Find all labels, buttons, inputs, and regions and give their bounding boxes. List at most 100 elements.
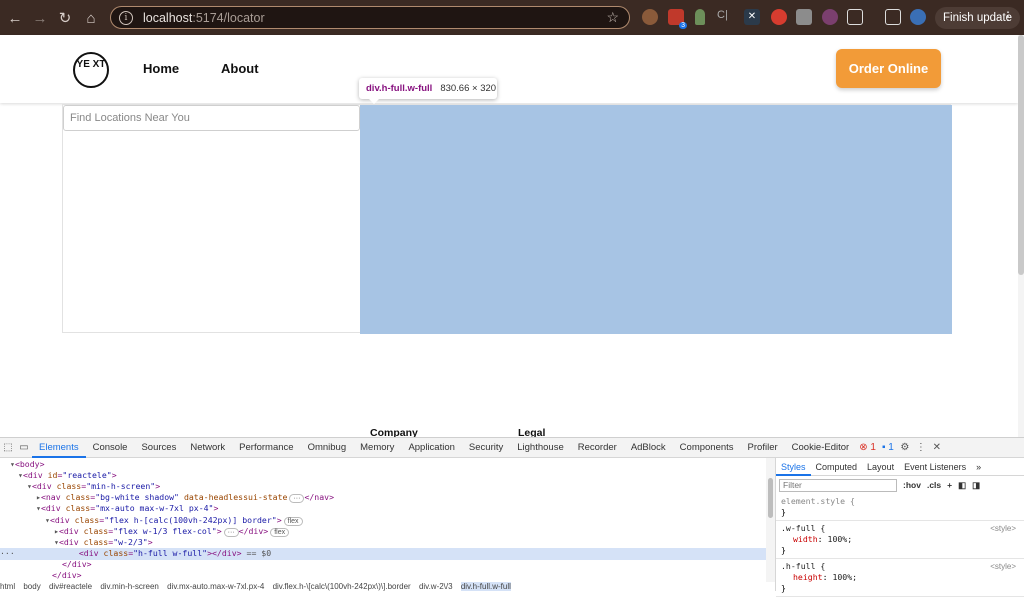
extension-badge-icon[interactable]: 3 xyxy=(668,9,687,29)
styles-filter-input[interactable] xyxy=(779,478,897,492)
nav-home-link[interactable]: Home xyxy=(143,61,179,76)
page-viewport: YE XT Home About Order Online Company Le… xyxy=(0,35,1018,439)
rule-value[interactable]: 100%; xyxy=(832,572,857,582)
tree-node-nav[interactable]: ▸<nav class="bg-white shadow" data-headl… xyxy=(36,492,334,504)
error-count-icon[interactable]: ⊗ 1 xyxy=(856,438,879,458)
address-bar[interactable]: i localhost:5174/locator ☆ xyxy=(110,6,630,29)
cls-toggle[interactable]: .cls xyxy=(927,480,941,490)
location-search-input[interactable] xyxy=(64,106,359,130)
devtools-menu-icon[interactable]: ⋮ xyxy=(913,438,929,458)
page-scrollbar-thumb[interactable] xyxy=(1018,35,1024,275)
tab-security[interactable]: Security xyxy=(462,438,510,458)
tab-components[interactable]: Components xyxy=(673,438,741,458)
rule-w-full[interactable]: .w-full { <style> width: 100%; } xyxy=(776,521,1024,559)
tree-node-w-2-3[interactable]: ▾<div class="w-2/3"> xyxy=(54,537,153,549)
site-navbar: YE XT Home About Order Online xyxy=(0,35,1018,103)
yext-logo[interactable]: YE XT xyxy=(73,52,109,88)
tree-node-close-div-2[interactable]: </div> xyxy=(52,570,82,582)
tab-computed[interactable]: Computed xyxy=(811,458,863,476)
rule-selector: .h-full { xyxy=(781,561,826,571)
sidebar-toggle-icon[interactable]: ◨ xyxy=(972,480,980,491)
tree-node-reactele[interactable]: ▾<div id="reactele"> xyxy=(18,470,117,482)
extension-hand-icon[interactable] xyxy=(771,9,787,25)
tab-cookie-editor[interactable]: Cookie-Editor xyxy=(785,438,857,458)
bookmark-star-icon[interactable]: ☆ xyxy=(606,9,619,26)
profile-avatar[interactable] xyxy=(910,9,926,25)
extension-x-icon[interactable]: ✕ xyxy=(744,9,760,25)
tab-elements[interactable]: Elements xyxy=(32,438,86,458)
site-info-icon[interactable]: i xyxy=(119,10,133,25)
url-text[interactable]: localhost:5174/locator xyxy=(143,11,265,25)
tab-styles[interactable]: Styles xyxy=(776,458,811,476)
tab-recorder[interactable]: Recorder xyxy=(571,438,624,458)
message-count-icon[interactable]: ▪ 1 xyxy=(879,438,897,458)
computed-toggle-icon[interactable]: ◧ xyxy=(958,480,966,491)
rule-close: } xyxy=(781,545,786,555)
styles-tabbar: Styles Computed Layout Event Listeners » xyxy=(776,458,1024,476)
extension-badge-count: 3 xyxy=(679,22,687,29)
rule-value[interactable]: 100%; xyxy=(828,534,853,544)
location-search[interactable] xyxy=(63,105,360,131)
device-toolbar-icon[interactable]: ▭ xyxy=(16,438,32,458)
rule-element-style[interactable]: element.style { } xyxy=(776,494,1024,521)
close-devtools-icon[interactable]: ✕ xyxy=(929,438,945,458)
tab-application[interactable]: Application xyxy=(401,438,461,458)
tab-adblock[interactable]: AdBlock xyxy=(624,438,673,458)
tab-layout[interactable]: Layout xyxy=(862,458,899,476)
settings-gear-icon[interactable]: ⚙ xyxy=(897,438,913,458)
tree-node-mx-auto[interactable]: ▾<div class="mx-auto max-w-7xl px-4"> xyxy=(36,503,218,515)
back-icon[interactable]: ← xyxy=(2,5,28,31)
extension-react-icon[interactable] xyxy=(822,9,838,25)
home-icon[interactable]: ⌂ xyxy=(78,5,104,31)
rule-selector: element.style { xyxy=(781,496,855,506)
styles-filter-row: :hov .cls + ◧ ◨ xyxy=(776,476,1024,494)
order-online-button[interactable]: Order Online xyxy=(836,49,941,88)
tab-console[interactable]: Console xyxy=(86,438,135,458)
elements-scrollbar[interactable] xyxy=(766,458,775,582)
more-tabs-icon[interactable]: » xyxy=(971,458,986,476)
new-rule-icon[interactable]: + xyxy=(947,480,952,490)
extension-cookie-icon[interactable] xyxy=(642,9,658,25)
rule-source[interactable]: <style> xyxy=(990,523,1016,534)
url-path: :5174/locator xyxy=(192,10,265,25)
page-scrollbar[interactable] xyxy=(1018,35,1024,437)
tab-sources[interactable]: Sources xyxy=(134,438,183,458)
extensions-puzzle-icon[interactable] xyxy=(847,9,863,25)
tab-omnibug[interactable]: Omnibug xyxy=(301,438,354,458)
hov-toggle[interactable]: :hov xyxy=(903,480,921,490)
rule-property[interactable]: height xyxy=(781,572,823,582)
side-panel-icon[interactable] xyxy=(885,9,901,25)
elements-tree[interactable]: ▾<body> ▾<div id="reactele"> ▾<div class… xyxy=(0,458,766,582)
more-menu-icon[interactable]: ⋮ xyxy=(1002,9,1014,23)
tree-node-close-div-1[interactable]: </div> xyxy=(62,559,92,571)
extension-pin-icon[interactable] xyxy=(695,9,705,25)
inspect-element-icon[interactable]: ⬚ xyxy=(0,438,16,458)
finish-update-button[interactable]: Finish update ⋮ xyxy=(935,7,1020,29)
rule-property[interactable]: width xyxy=(781,534,818,544)
tree-node-flex-border[interactable]: ▾<div class="flex h-[calc(100vh-242px)] … xyxy=(45,515,303,527)
rule-h-full[interactable]: .h-full { <style> height: 100%; } xyxy=(776,559,1024,597)
tree-node-body[interactable]: ▾<body> xyxy=(10,459,45,471)
tree-node-min-h-screen[interactable]: ▾<div class="min-h-screen"> xyxy=(27,481,160,493)
tree-node-selected[interactable]: ··· <div class="h-full w-full"></div> ==… xyxy=(0,548,766,560)
tab-network[interactable]: Network xyxy=(183,438,232,458)
tab-performance[interactable]: Performance xyxy=(232,438,300,458)
tab-lighthouse[interactable]: Lighthouse xyxy=(510,438,570,458)
devtools-panel: ⬚ ▭ Elements Console Sources Network Per… xyxy=(0,437,1024,597)
extension-ci-icon[interactable]: C| xyxy=(717,9,733,25)
url-host: localhost xyxy=(143,10,193,25)
logo-text: YE XT xyxy=(76,59,106,70)
map-area[interactable] xyxy=(360,105,952,334)
reload-icon[interactable]: ↻ xyxy=(52,5,78,31)
nav-about-link[interactable]: About xyxy=(221,61,259,76)
tab-profiler[interactable]: Profiler xyxy=(741,438,785,458)
tab-event-listeners[interactable]: Event Listeners xyxy=(899,458,971,476)
tree-node-w-1-3[interactable]: ▸<div class="flex w-1/3 flex-col"> ··· </d… xyxy=(54,526,290,538)
browser-toolbar: ← → ↻ ⌂ i localhost:5174/locator ☆ 3 C| … xyxy=(0,0,1024,35)
forward-icon[interactable]: → xyxy=(27,5,53,31)
tab-memory[interactable]: Memory xyxy=(353,438,401,458)
rule-source[interactable]: <style> xyxy=(990,561,1016,572)
extension-gray-icon[interactable] xyxy=(796,9,812,25)
elements-scrollbar-thumb[interactable] xyxy=(768,478,773,518)
rule-close: } xyxy=(781,583,786,593)
